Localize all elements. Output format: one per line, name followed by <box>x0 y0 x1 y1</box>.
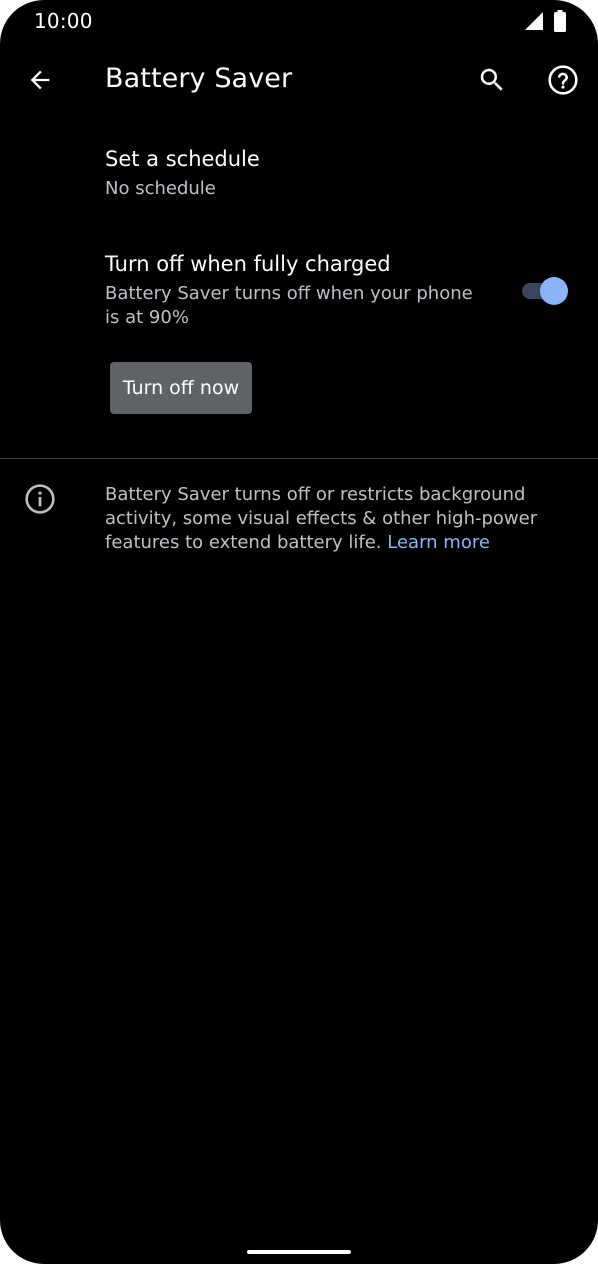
search-button[interactable] <box>470 60 514 104</box>
help-button[interactable] <box>541 60 585 104</box>
divider <box>0 458 598 459</box>
search-icon <box>477 65 507 99</box>
turn-off-when-charged-switch[interactable] <box>520 276 572 306</box>
schedule-title: Set a schedule <box>105 147 260 171</box>
status-time: 10:00 <box>34 9 93 33</box>
turn-off-when-charged-preference[interactable]: Turn off when fully charged Battery Save… <box>0 240 598 340</box>
footer-description: Battery Saver turns off or restricts bac… <box>105 483 555 555</box>
turn-off-when-charged-summary: Battery Saver turns off when your phone … <box>105 283 473 328</box>
status-bar: 10:00 <box>0 0 598 44</box>
arrow-back-icon <box>26 66 54 98</box>
help-icon <box>547 64 579 100</box>
info-icon <box>24 483 56 515</box>
navigation-handle[interactable] <box>247 1250 351 1254</box>
turn-off-when-charged-title: Turn off when fully charged <box>105 252 391 276</box>
app-bar: Battery Saver <box>0 44 598 120</box>
switch-thumb <box>540 277 568 305</box>
schedule-preference[interactable]: Set a schedule No schedule <box>0 135 598 219</box>
page-title: Battery Saver <box>105 63 293 94</box>
cellular-signal-icon <box>524 11 544 35</box>
learn-more-link[interactable]: Learn more <box>387 532 490 553</box>
screen: 10:00 Battery Saver Set a schedule No sc… <box>0 0 598 1264</box>
battery-icon <box>554 10 566 36</box>
status-icons <box>524 10 566 36</box>
schedule-summary: No schedule <box>105 178 216 199</box>
turn-off-now-button[interactable]: Turn off now <box>110 362 252 414</box>
back-button[interactable] <box>18 60 62 104</box>
